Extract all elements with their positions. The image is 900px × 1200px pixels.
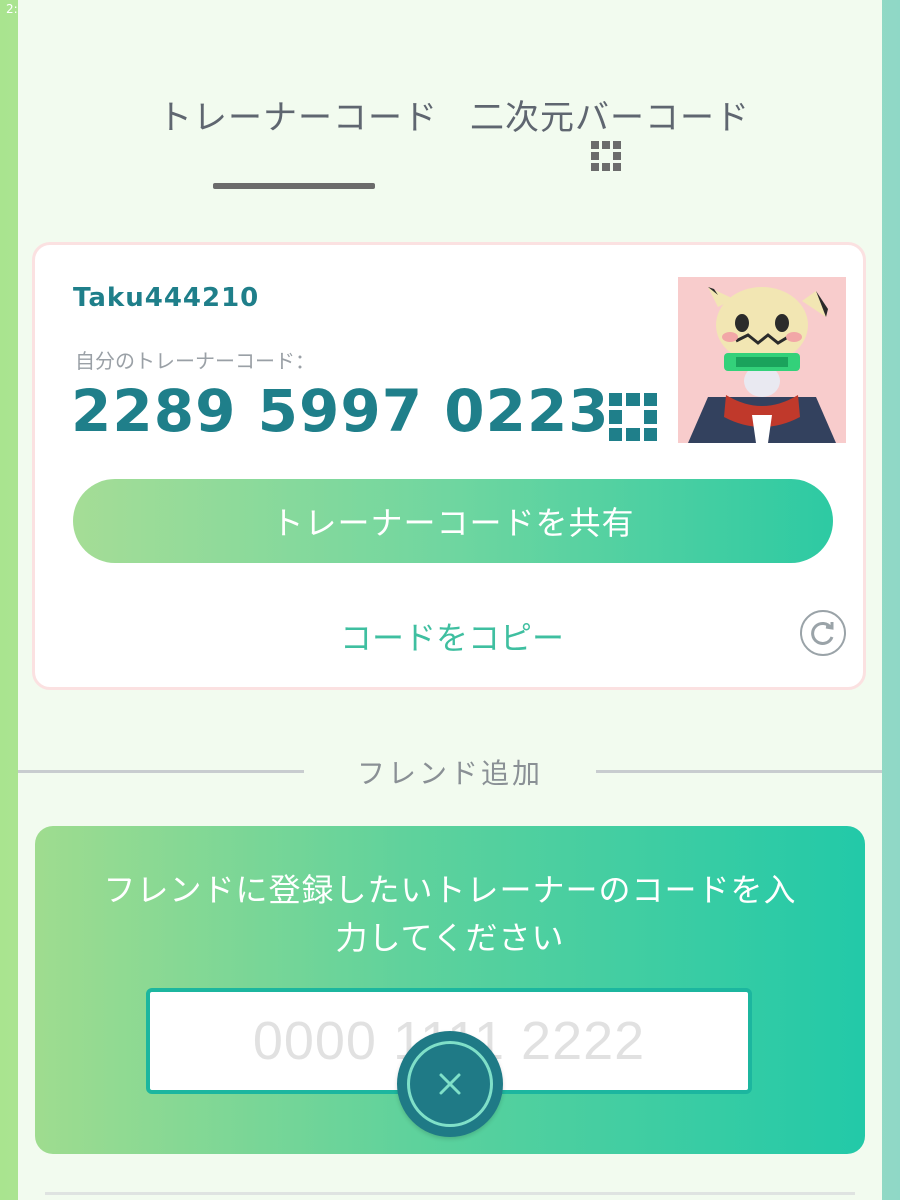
qr-code-icon[interactable] [609,393,657,441]
trainer-code-label: 自分のトレーナーコード： [75,349,315,373]
share-trainer-code-button[interactable]: トレーナーコードを共有 [73,479,833,563]
trainer-avatar [678,277,846,443]
close-button[interactable] [397,1031,503,1137]
tab-trainer-code[interactable]: トレーナーコード [158,90,438,139]
trainer-code-value: 2289 5997 0223 [71,377,610,445]
avatar-illustration [678,277,846,443]
tab-qr-code[interactable]: 二次元バーコード [470,90,750,139]
trainer-code-card: Taku444210 自分のトレーナーコード： 2289 5997 0223 ト… [32,242,866,690]
trainer-username: Taku444210 [73,283,260,313]
bottom-divider [45,1192,855,1195]
status-time: 2: [6,2,18,16]
refresh-icon[interactable] [800,610,846,656]
close-icon [407,1041,493,1127]
section-divider-right [596,770,882,773]
active-tab-indicator [213,183,375,189]
add-friend-prompt: フレンドに登録したいトレーナーのコードを入力してください [103,871,797,957]
qr-code-icon[interactable] [591,141,621,171]
copy-code-button[interactable]: コードをコピー [35,613,869,659]
